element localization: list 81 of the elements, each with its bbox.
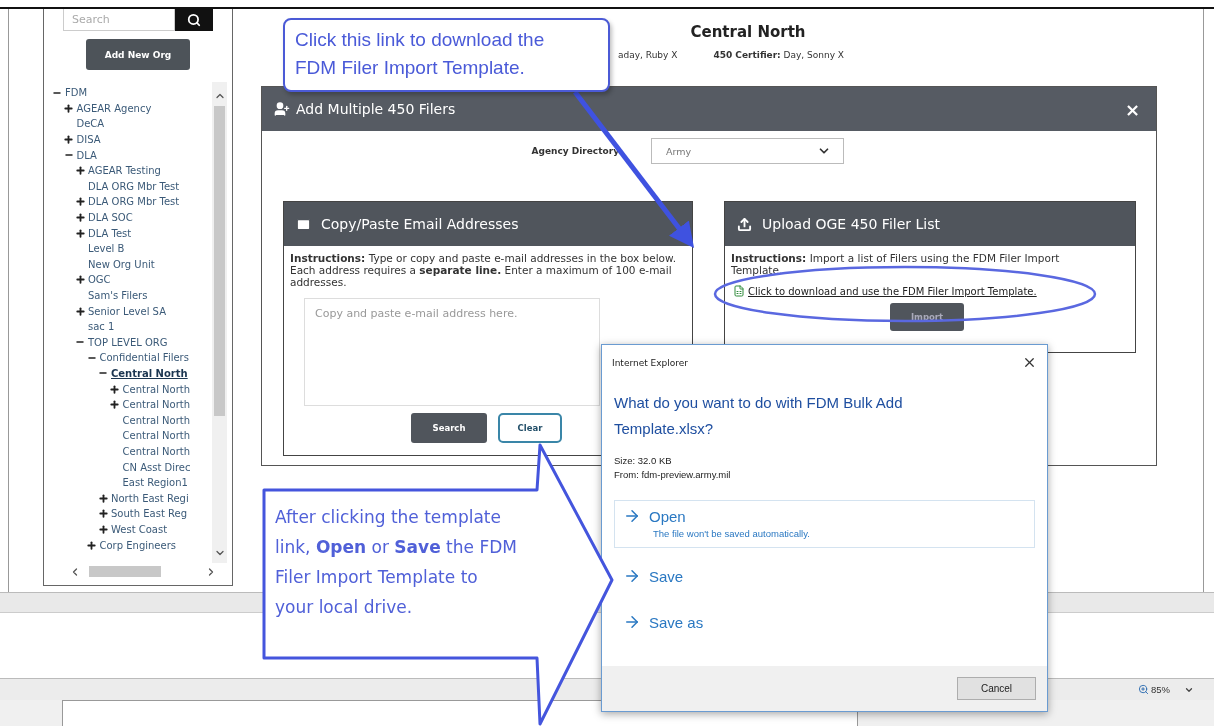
plus-icon[interactable] (108, 399, 121, 410)
tree-item[interactable]: DLA ORG Mbr Test (88, 196, 180, 208)
modal-title: Add Multiple 450 Filers (296, 101, 457, 117)
panel-title: Upload OGE 450 Filer List (762, 216, 940, 232)
plus-icon[interactable] (97, 508, 109, 519)
plus-icon[interactable] (74, 228, 86, 239)
tree-item[interactable]: TOP LEVEL ORG (88, 336, 168, 348)
tree-item[interactable]: Senior Level SA (88, 305, 166, 317)
tree-item[interactable]: Central North (122, 399, 191, 411)
search-button[interactable]: Search (411, 413, 487, 443)
add-org-button[interactable]: Add New Org (86, 39, 190, 70)
plus-icon[interactable] (74, 212, 86, 223)
plus-icon[interactable] (97, 493, 109, 504)
tree-item[interactable]: West Coast (111, 523, 168, 535)
tree-item[interactable]: DLA ORG Mbr Test (88, 180, 180, 192)
tree-item[interactable]: DeCA (76, 118, 105, 130)
panel-title: Copy/Paste Email Addresses (321, 216, 519, 232)
page-title: Central North (690, 23, 806, 41)
tree-item[interactable]: DISA (76, 134, 101, 146)
dialog-option[interactable]: Open The file won't be saved automatically. (614, 500, 1035, 548)
zoom-level[interactable]: 85% (1138, 684, 1170, 695)
tree-item[interactable]: FDM (65, 87, 88, 99)
field-label: Agency Directory (530, 146, 619, 156)
instructions-text: Instructions: Import a list of Filers using the FDM Filer Import Template. (731, 252, 1061, 276)
tree-item[interactable]: Corp Engineers (99, 539, 176, 551)
spreadsheet-icon (733, 285, 745, 297)
template-link[interactable]: Click to download and use the FDM Filer Import Template. (748, 285, 1037, 297)
plus-icon[interactable] (74, 274, 86, 285)
close-button[interactable]: × (1120, 98, 1144, 120)
arrow-icon (623, 567, 641, 585)
plus-icon[interactable] (97, 524, 109, 535)
tree-item[interactable]: Central North (122, 430, 191, 442)
tree-item[interactable]: North East Regi (111, 492, 189, 504)
plus-icon[interactable] (62, 134, 75, 145)
plus-icon[interactable] (85, 540, 98, 550)
arrow-icon (623, 613, 641, 631)
zoom-icon (1138, 684, 1149, 695)
upload-icon (737, 216, 752, 232)
close-icon[interactable] (1022, 355, 1037, 370)
file-size: Size: 32.0 KB (614, 454, 673, 468)
tree-item[interactable]: Level B (88, 243, 125, 255)
arrow-icon (623, 507, 641, 525)
tree-item[interactable]: AGEAR Testing (88, 165, 161, 177)
plus-icon[interactable] (74, 165, 86, 176)
tree-item[interactable]: OGC (88, 274, 111, 286)
tree-item[interactable]: DLA Test (88, 227, 132, 239)
callout-text: Click this link to download the FDM Filer Import Template. (283, 18, 610, 92)
dialog-question: What do you want to do with FDM Bulk Add Template.xlsx? (614, 393, 904, 439)
plus-icon[interactable] (108, 384, 121, 395)
search-icon (187, 13, 201, 27)
tree-item[interactable]: AGEAR Agency (76, 102, 152, 114)
meta-text: aday, Ruby X (618, 50, 678, 60)
tree-item[interactable]: New Org Unit (88, 258, 155, 270)
instructions-text: Instructions: Type or copy and paste e-mail addresses in the box below. Each address requires a separate line. Enter a maximum of 100 e-mail addresses. (290, 252, 677, 288)
tree-item[interactable]: Sam's Filers (88, 290, 148, 301)
plus-icon[interactable] (74, 306, 86, 317)
tree-item[interactable]: Central North (122, 414, 191, 426)
user-plus-icon (274, 101, 290, 117)
clear-button[interactable]: Clear (498, 413, 562, 443)
vertical-scrollbar[interactable] (212, 82, 227, 563)
email-field[interactable]: Copy and paste e-mail address here. (304, 298, 600, 406)
tree-item[interactable]: Central North (111, 368, 188, 379)
agency-select[interactable]: Army (651, 138, 844, 164)
dialog-title: Internet Explorer (612, 357, 689, 368)
plus-icon[interactable] (62, 103, 75, 114)
tree-item[interactable]: East Region1 (122, 477, 188, 489)
tree-item[interactable]: Central North (122, 383, 191, 395)
cancel-button[interactable]: Cancel (957, 677, 1036, 700)
tree-item[interactable]: CN Asst Direc (122, 461, 191, 473)
file-source: From: fdm-preview.army.mil (614, 468, 732, 482)
tree-item[interactable]: DLA (76, 149, 97, 161)
tree-item[interactable]: South East Reg (111, 508, 187, 520)
tree-item[interactable]: Central North (122, 445, 191, 457)
search-field[interactable]: Search (63, 9, 175, 31)
tree-item[interactable]: Confidential Filers (99, 352, 189, 364)
tree-item[interactable]: DLA SOC (88, 212, 133, 224)
plus-icon[interactable] (74, 196, 86, 207)
search-button[interactable] (175, 9, 213, 31)
meta-text: 450 Certifier: Day, Sonny X (713, 50, 845, 60)
callout-text: After clicking the template link, Open or Save the FDM Filer Import Template to your local drive. (275, 506, 518, 619)
tree-item[interactable]: sac 1 (88, 321, 115, 333)
